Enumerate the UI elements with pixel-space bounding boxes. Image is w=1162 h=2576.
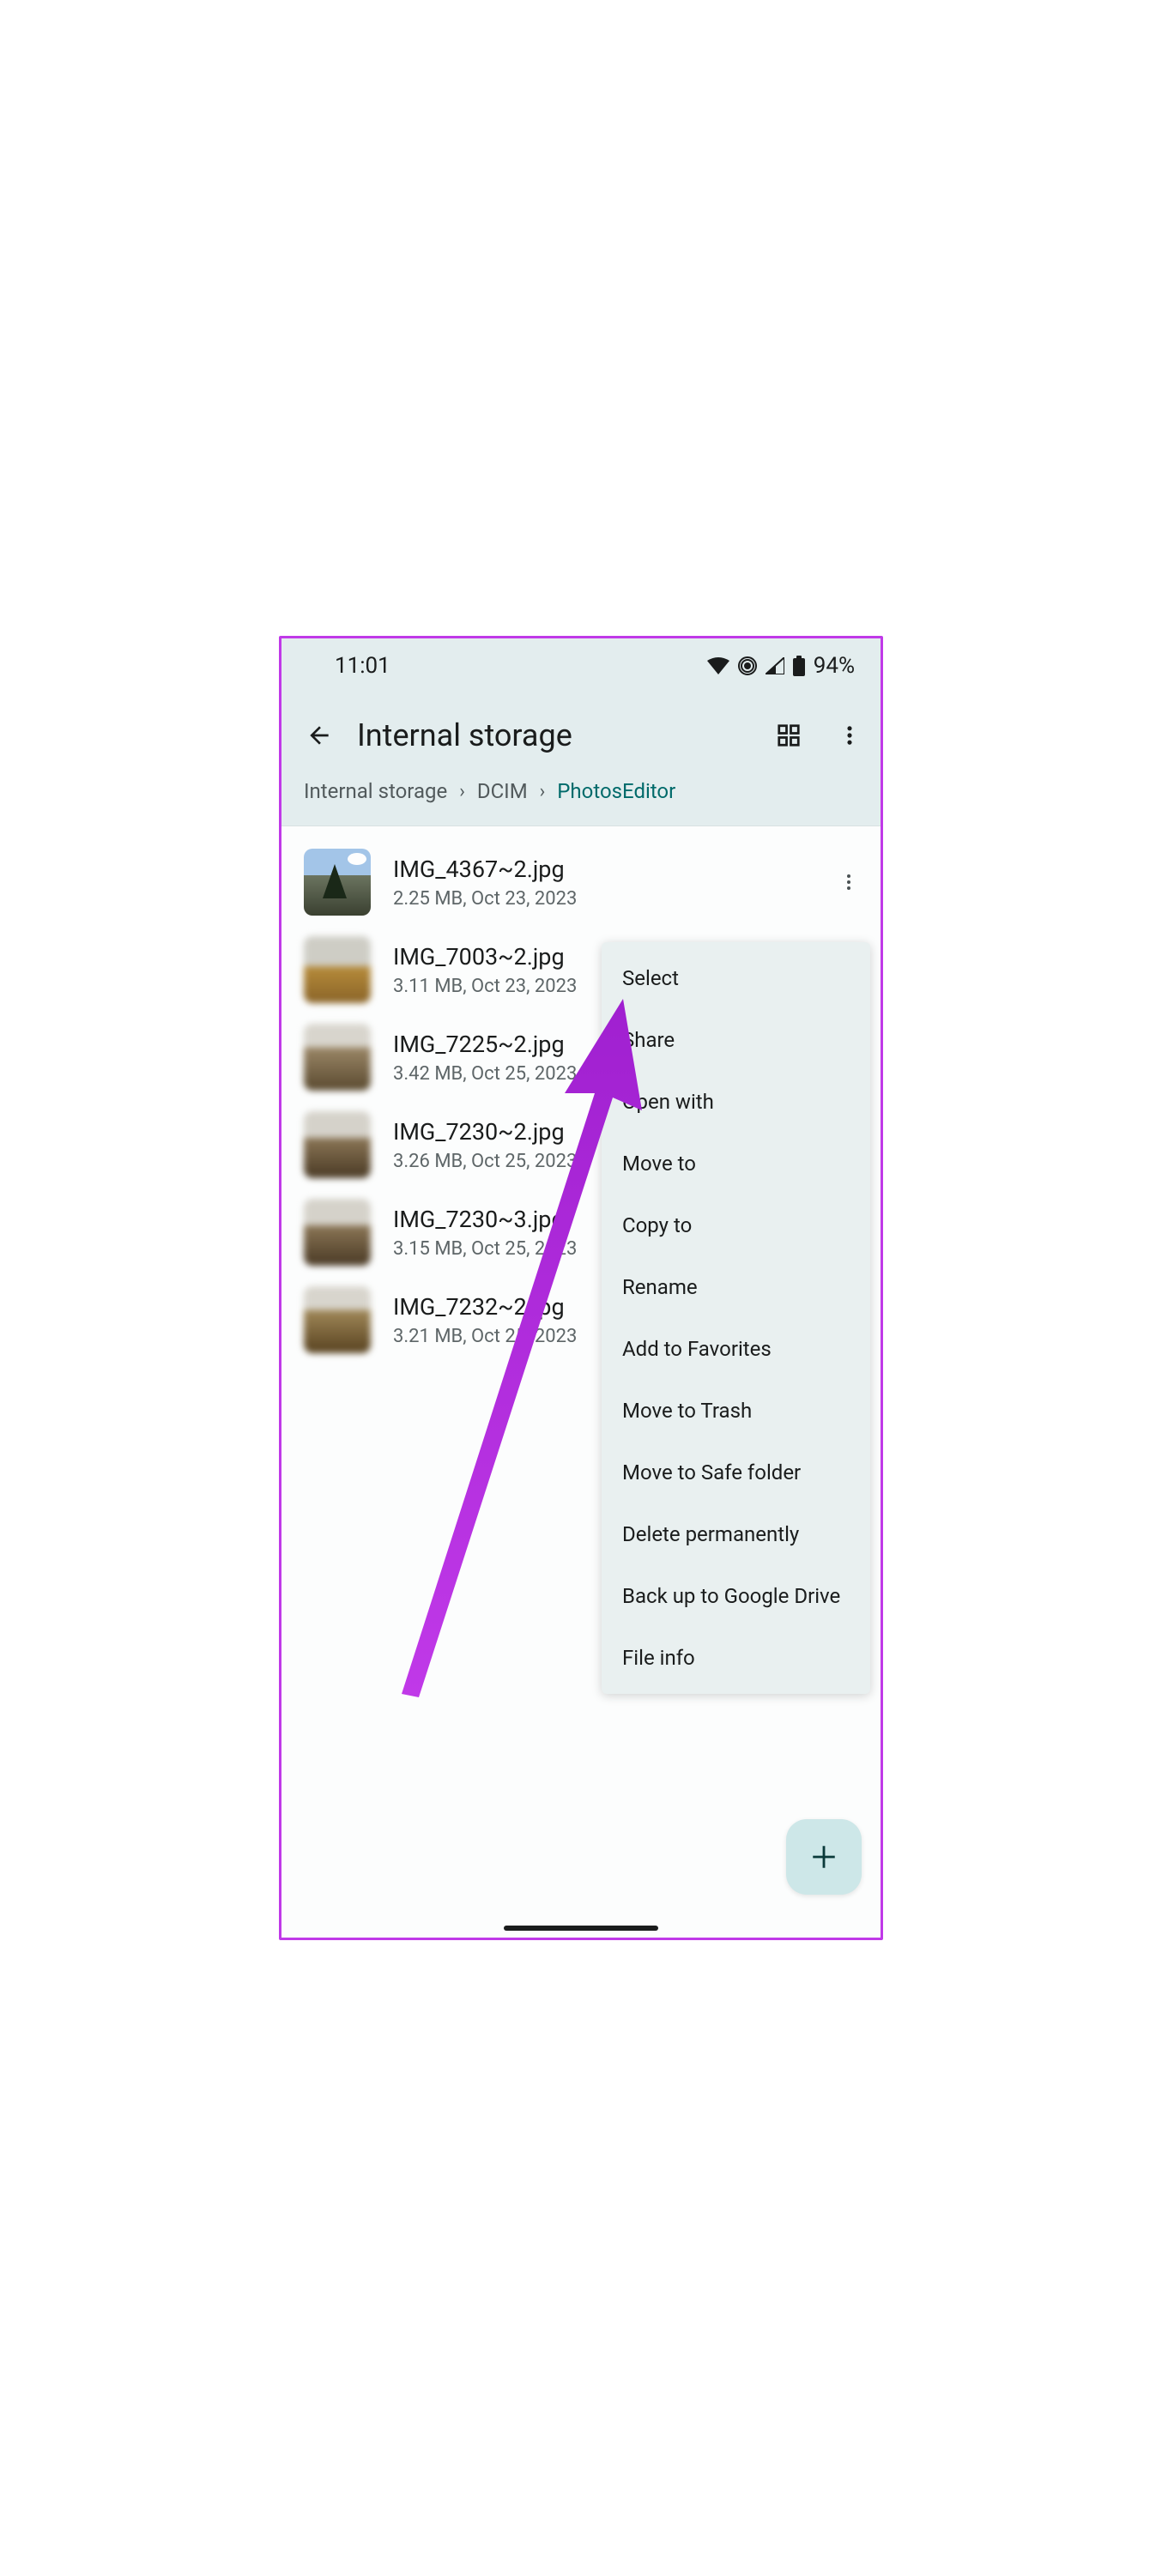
file-meta: 2.25 MB, Oct 23, 2023 <box>393 888 810 910</box>
menu-open-with[interactable]: Open with <box>602 1071 870 1133</box>
breadcrumb: Internal storage › DCIM › PhotosEditor <box>281 779 881 826</box>
file-thumbnail <box>304 1024 371 1091</box>
menu-copy-to[interactable]: Copy to <box>602 1194 870 1256</box>
menu-add-favorites[interactable]: Add to Favorites <box>602 1318 870 1380</box>
menu-select[interactable]: Select <box>602 947 870 1009</box>
more-vert-icon <box>838 872 859 892</box>
menu-share[interactable]: Share <box>602 1009 870 1071</box>
menu-file-info[interactable]: File info <box>602 1627 870 1689</box>
menu-safe-folder[interactable]: Move to Safe folder <box>602 1442 870 1503</box>
file-thumbnail <box>304 849 371 916</box>
file-row[interactable]: IMG_4367~2.jpg 2.25 MB, Oct 23, 2023 <box>281 838 881 926</box>
menu-rename[interactable]: Rename <box>602 1256 870 1318</box>
plus-icon <box>809 1842 838 1872</box>
header: Internal storage <box>281 693 881 779</box>
file-info: IMG_4367~2.jpg 2.25 MB, Oct 23, 2023 <box>393 856 810 910</box>
hotspot-icon <box>738 656 757 675</box>
file-more-button[interactable] <box>832 866 865 898</box>
menu-move-trash[interactable]: Move to Trash <box>602 1380 870 1442</box>
file-name: IMG_4367~2.jpg <box>393 856 810 883</box>
chevron-right-icon: › <box>540 781 546 802</box>
status-time: 11:01 <box>335 653 390 679</box>
status-bar: 11:01 94% <box>281 638 881 693</box>
breadcrumb-item[interactable]: DCIM <box>477 779 528 803</box>
context-menu: Select Share Open with Move to Copy to R… <box>602 942 870 1694</box>
signal-icon <box>766 657 784 674</box>
battery-percent: 94% <box>814 653 855 679</box>
file-thumbnail <box>304 1111 371 1178</box>
file-thumbnail <box>304 1199 371 1266</box>
breadcrumb-item[interactable]: Internal storage <box>304 779 447 803</box>
battery-icon <box>793 656 805 676</box>
breadcrumb-current: PhotosEditor <box>557 779 675 803</box>
wifi-icon <box>707 657 729 674</box>
more-options-icon[interactable] <box>838 723 862 747</box>
screenshot-container: 11:01 94% Internal storage Internal stor… <box>279 636 883 1940</box>
add-fab[interactable] <box>786 1819 862 1895</box>
grid-view-icon[interactable] <box>776 723 802 748</box>
home-indicator[interactable] <box>504 1926 658 1931</box>
status-icons: 94% <box>707 653 855 679</box>
chevron-right-icon: › <box>459 781 465 802</box>
menu-delete-permanent[interactable]: Delete permanently <box>602 1503 870 1565</box>
back-arrow-icon[interactable] <box>306 722 333 749</box>
file-thumbnail <box>304 936 371 1003</box>
menu-backup-drive[interactable]: Back up to Google Drive <box>602 1565 870 1627</box>
file-thumbnail <box>304 1286 371 1353</box>
page-title: Internal storage <box>357 717 752 753</box>
menu-move-to[interactable]: Move to <box>602 1133 870 1194</box>
